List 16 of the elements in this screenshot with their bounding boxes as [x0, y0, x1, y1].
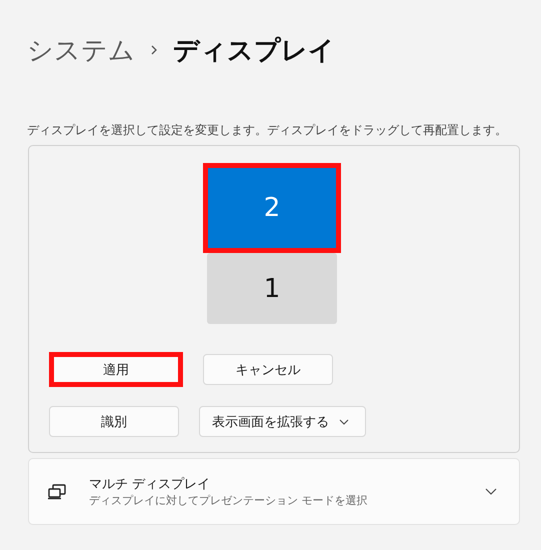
apply-button[interactable]: 適用	[49, 352, 183, 387]
setting-description: ディスプレイに対してプレゼンテーション モードを選択	[89, 493, 368, 508]
chevron-down-icon[interactable]	[485, 488, 497, 496]
monitor-tile[interactable]: 1	[207, 253, 337, 324]
chevron-right-icon	[149, 45, 159, 55]
breadcrumb-link[interactable]: システム	[27, 32, 135, 68]
multi-display-card[interactable]: マルチ ディスプレイ ディスプレイに対してプレゼンテーション モードを選択	[28, 458, 520, 525]
page-title: ディスプレイ	[173, 34, 335, 68]
identify-button[interactable]: 識別	[49, 406, 179, 437]
instruction-text: ディスプレイを選択して設定を変更します。ディスプレイをドラッグして再配置します。	[27, 122, 508, 138]
display-mode-dropdown[interactable]: 表示画面を拡張する	[199, 406, 366, 437]
setting-title: マルチ ディスプレイ	[89, 476, 212, 493]
chevron-down-icon	[339, 418, 349, 424]
monitors-icon	[47, 484, 67, 500]
cancel-button[interactable]: キャンセル	[203, 354, 333, 385]
monitor-tile[interactable]: 2	[203, 163, 341, 253]
